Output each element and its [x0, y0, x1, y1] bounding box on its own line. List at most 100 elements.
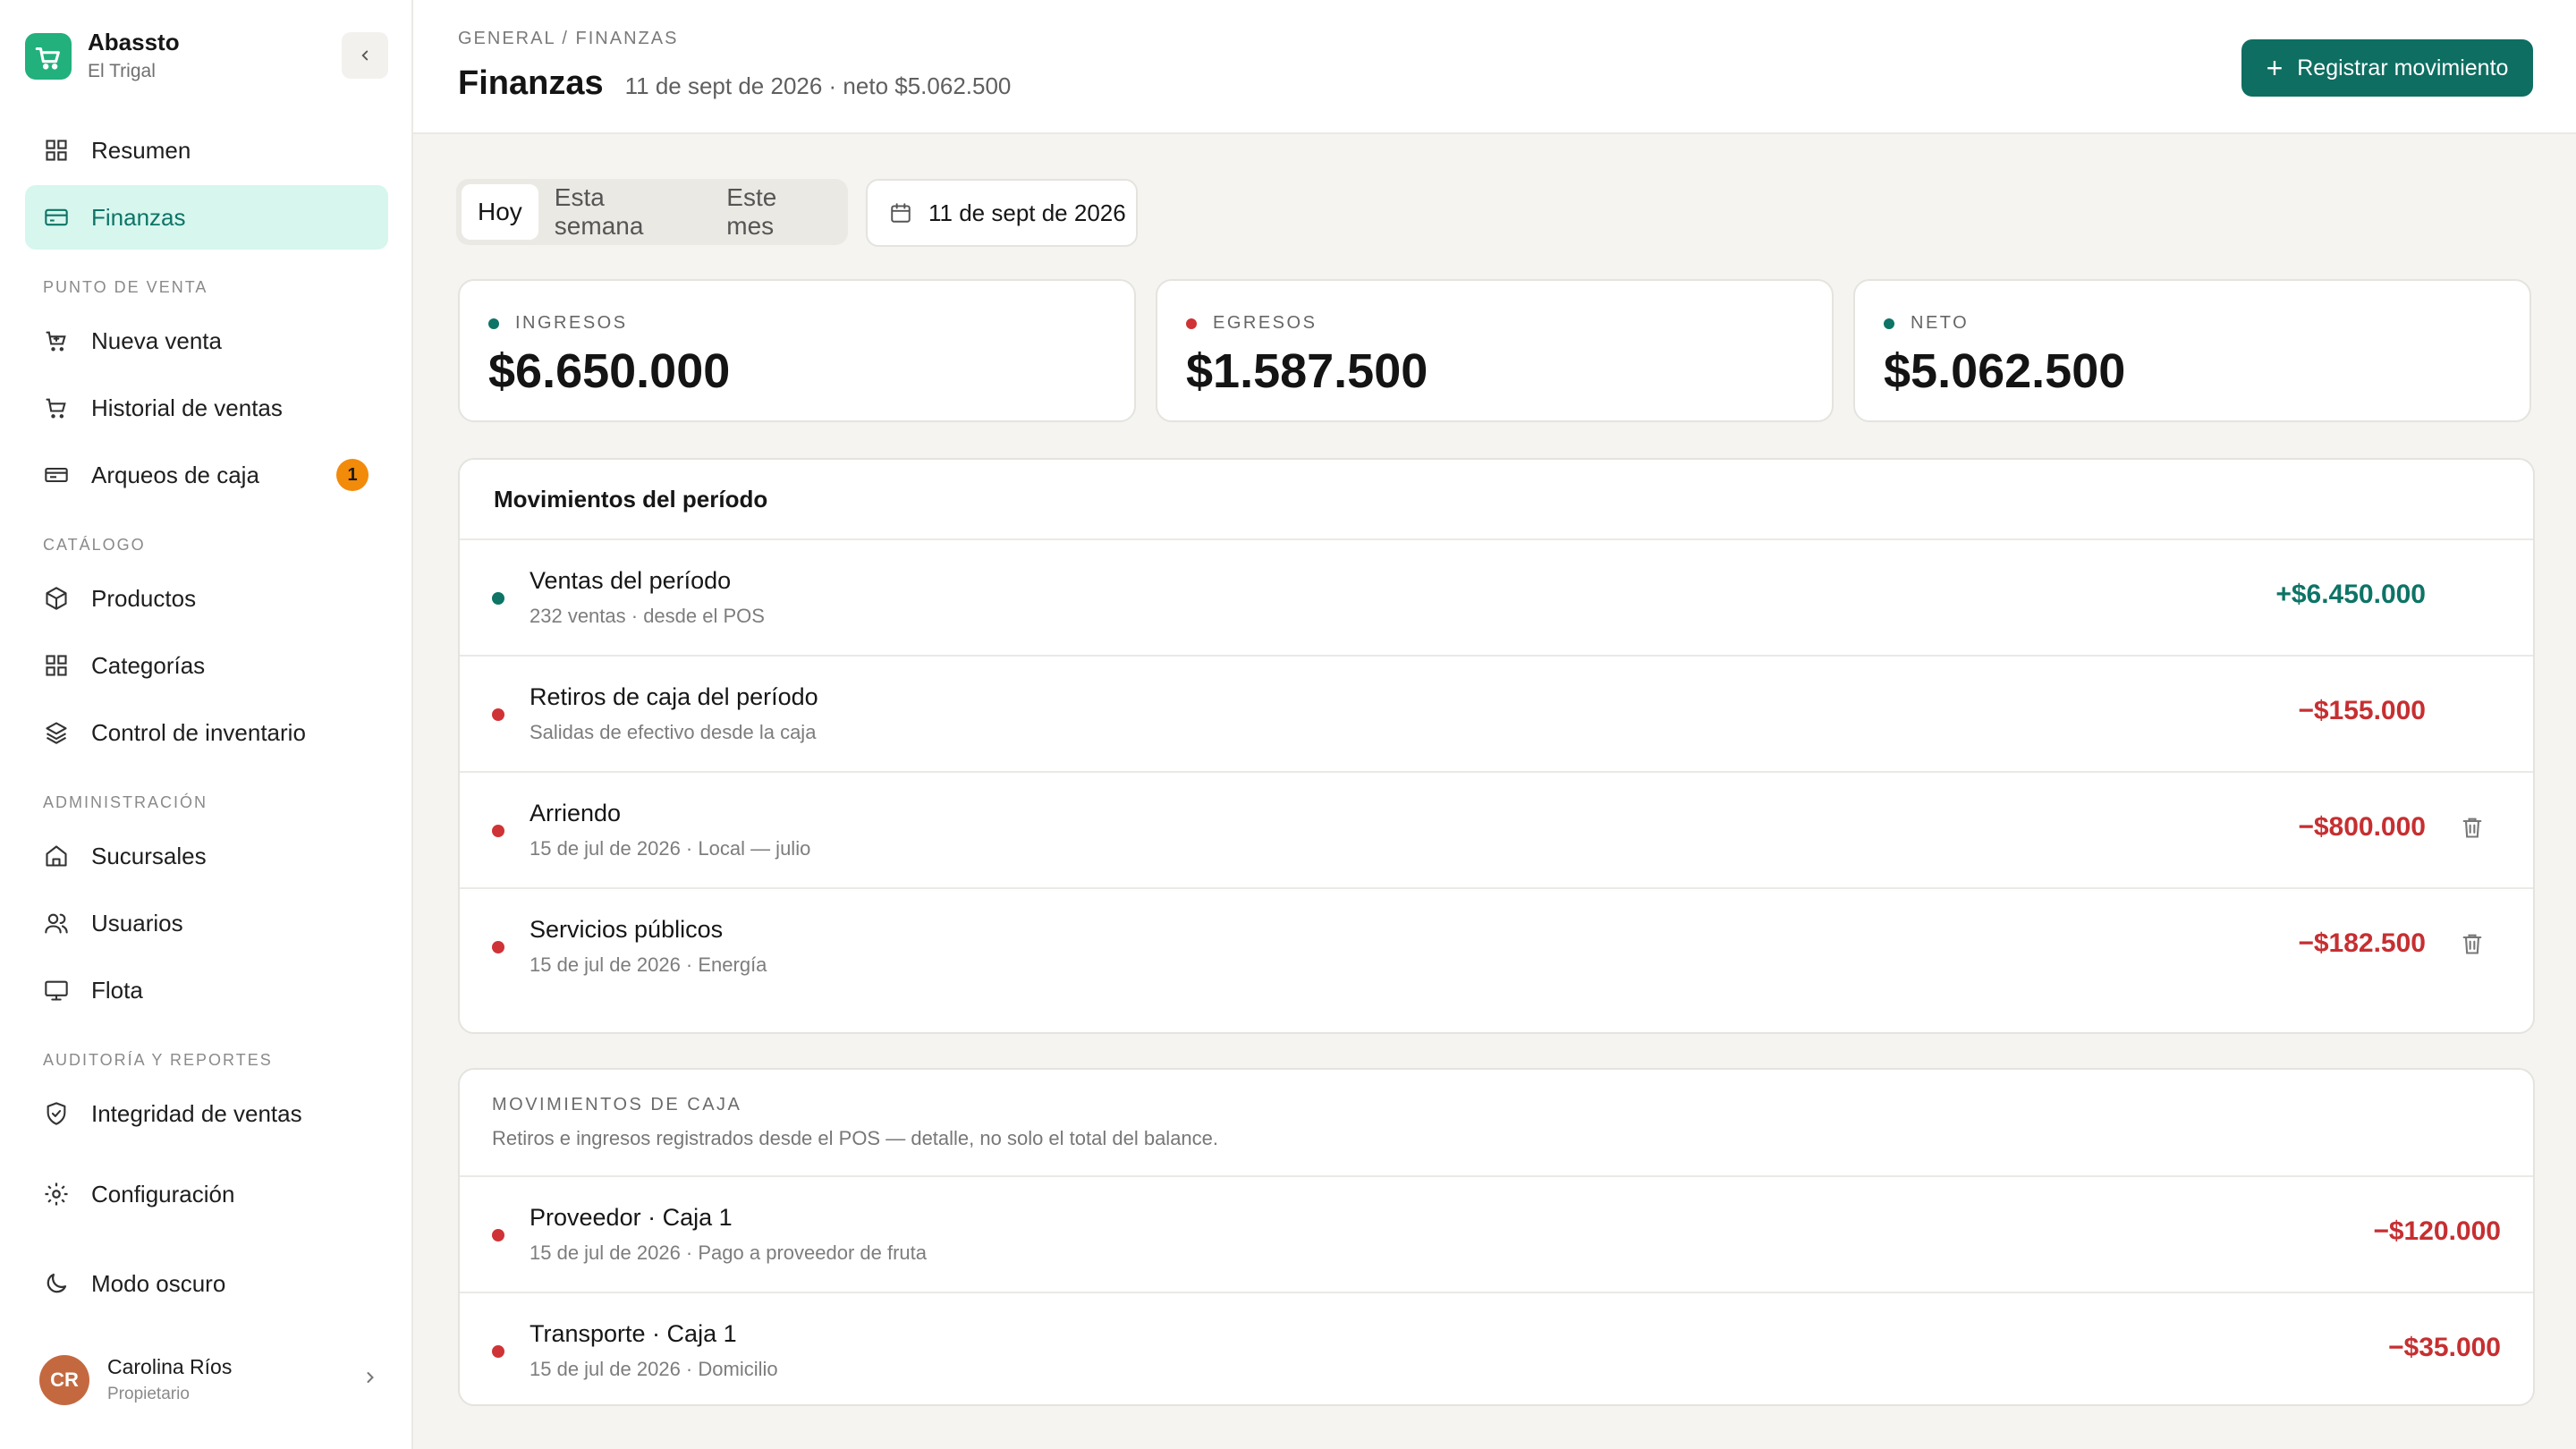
sidebar-item-label: Configuración: [91, 1180, 235, 1208]
kpi-card-ingresos: INGRESOS $6.650.000: [458, 279, 1136, 422]
collapse-sidebar-button[interactable]: [342, 32, 388, 79]
sidebar-item-productos[interactable]: Productos: [25, 566, 388, 631]
sidebar-item-label: Historial de ventas: [91, 394, 283, 421]
movement-row[interactable]: Retiros de caja del período Salidas de e…: [460, 657, 2533, 773]
row-subtitle: 15 de jul de 2026 · Local — julio: [530, 837, 811, 860]
layers-icon: [43, 719, 70, 746]
sidebar-item-control-de-inventario[interactable]: Control de inventario: [25, 700, 388, 765]
status-dot: [492, 1229, 504, 1241]
cash-movement-row[interactable]: Proveedor · Caja 1 15 de jul de 2026 · P…: [460, 1177, 2533, 1293]
chevron-right-icon: [367, 1372, 374, 1383]
row-amount: −$182.500: [2298, 928, 2426, 958]
date-picker[interactable]: 11 de sept de 2026: [866, 179, 1138, 247]
row-amount: −$120.000: [2373, 1216, 2501, 1246]
user-role: Propietario: [107, 1385, 190, 1403]
sidebar-item-resumen[interactable]: Resumen: [25, 118, 388, 182]
sidebar-item-historial-de-ventas[interactable]: Historial de ventas: [25, 376, 388, 440]
movement-row[interactable]: Servicios públicos 15 de jul de 2026 · E…: [460, 889, 2533, 1005]
store-icon: [43, 843, 70, 869]
movement-row[interactable]: Arriendo 15 de jul de 2026 · Local — jul…: [460, 773, 2533, 889]
notification-badge: 1: [336, 459, 369, 491]
kpi-value: $5.062.500: [1884, 344, 2126, 398]
user-menu[interactable]: CR Carolina Ríos Propietario: [39, 1354, 379, 1406]
calendar-icon: [889, 201, 912, 225]
shield-check-icon: [43, 1100, 70, 1127]
sidebar-item-sucursales[interactable]: Sucursales: [25, 824, 388, 888]
avatar: CR: [39, 1355, 89, 1405]
row-title: Servicios públicos: [530, 916, 724, 943]
brand-location: El Trigal: [88, 61, 156, 81]
sidebar-item-arqueos-de-caja[interactable]: Arqueos de caja 1: [25, 443, 388, 507]
row-subtitle: 15 de jul de 2026 · Domicilio: [530, 1358, 778, 1380]
monitor-icon: [43, 977, 70, 1004]
users-icon: [43, 910, 70, 936]
sidebar-item-label: Arqueos de caja: [91, 461, 259, 488]
page-subtitle: 11 de sept de 2026 · neto $5.062.500: [624, 72, 1012, 99]
cash-movement-row[interactable]: Transporte · Caja 1 15 de jul de 2026 · …: [460, 1293, 2533, 1404]
grid-icon: [43, 137, 70, 164]
status-dot: [488, 318, 499, 329]
row-amount: −$800.000: [2298, 812, 2426, 842]
brand-name: Abassto: [88, 29, 180, 55]
status-dot: [492, 1345, 504, 1358]
cash-movements-card: MOVIMIENTOS DE CAJA Retiros e ingresos r…: [458, 1068, 2535, 1406]
card-icon: [43, 204, 70, 231]
brand[interactable]: Abassto El Trigal: [25, 29, 180, 84]
sidebar-item-nueva-venta[interactable]: Nueva venta: [25, 309, 388, 373]
period-option-esta-semana[interactable]: Esta semana: [538, 183, 710, 240]
main-content: GENERAL / FINANZAS Finanzas 11 de sept d…: [413, 0, 2576, 1449]
sidebar-item-label: Finanzas: [91, 203, 186, 231]
movements-card: Movimientos del período Ventas del perío…: [458, 458, 2535, 1034]
status-dot: [492, 825, 504, 837]
status-dot: [1884, 318, 1894, 329]
section-label-auditoria: AUDITORÍA Y REPORTES: [43, 1051, 273, 1069]
row-title: Proveedor · Caja 1: [530, 1204, 733, 1231]
section-label-punto-de-venta: PUNTO DE VENTA: [43, 278, 208, 296]
registrar-movimiento-button[interactable]: + Registrar movimiento: [2241, 39, 2533, 97]
sidebar-item-label: Resumen: [91, 136, 191, 164]
trash-icon[interactable]: [2460, 930, 2485, 962]
dark-mode-toggle[interactable]: Modo oscuro: [25, 1251, 388, 1316]
sidebar-item-integridad-de-ventas[interactable]: Integridad de ventas: [25, 1081, 388, 1146]
movement-row[interactable]: Ventas del período 232 ventas · desde el…: [460, 540, 2533, 657]
row-title: Ventas del período: [530, 567, 732, 594]
date-value: 11 de sept de 2026: [928, 199, 1126, 226]
sidebar-item-categorias[interactable]: Categorías: [25, 633, 388, 698]
cash-register-icon: [43, 462, 70, 488]
kpi-card-neto: NETO $5.062.500: [1853, 279, 2531, 422]
kpi-label: NETO: [1911, 313, 1970, 333]
sidebar-item-flota[interactable]: Flota: [25, 958, 388, 1022]
row-title: Arriendo: [530, 800, 622, 826]
cart-outline-icon: [43, 394, 70, 421]
row-title: Retiros de caja del período: [530, 683, 818, 710]
chevron-left-icon: [361, 50, 369, 61]
card-title: MOVIMIENTOS DE CAJA: [492, 1095, 742, 1114]
plus-icon: +: [2266, 52, 2284, 84]
breadcrumb: GENERAL / FINANZAS: [458, 29, 679, 48]
brand-logo-icon: [25, 33, 72, 80]
sidebar-item-configuracion[interactable]: Configuración: [25, 1162, 388, 1226]
card-title: Movimientos del período: [460, 460, 2533, 540]
trash-icon[interactable]: [2460, 814, 2485, 845]
period-option-este-mes[interactable]: Este mes: [710, 183, 843, 240]
status-dot: [492, 592, 504, 605]
sidebar-item-finanzas[interactable]: Finanzas: [25, 185, 388, 250]
row-amount: −$35.000: [2388, 1333, 2501, 1362]
sidebar-item-usuarios[interactable]: Usuarios: [25, 891, 388, 955]
kpi-value: $6.650.000: [488, 344, 731, 398]
sidebar-item-label: Flota: [91, 976, 143, 1004]
row-subtitle: Salidas de efectivo desde la caja: [530, 721, 817, 743]
row-amount: −$155.000: [2298, 696, 2426, 725]
row-subtitle: 232 ventas · desde el POS: [530, 605, 765, 627]
cart-icon: [43, 327, 70, 354]
sidebar-item-label: Usuarios: [91, 909, 183, 936]
box-icon: [43, 585, 70, 612]
moon-icon: [43, 1270, 70, 1297]
status-dot: [492, 941, 504, 953]
sidebar-item-label: Modo oscuro: [91, 1269, 226, 1297]
page-header: GENERAL / FINANZAS Finanzas 11 de sept d…: [413, 0, 2576, 134]
section-label-administracion: ADMINISTRACIÓN: [43, 793, 208, 811]
card-description: Retiros e ingresos registrados desde el …: [492, 1127, 1219, 1149]
sidebar-item-label: Productos: [91, 584, 197, 612]
period-option-hoy[interactable]: Hoy: [462, 184, 538, 240]
